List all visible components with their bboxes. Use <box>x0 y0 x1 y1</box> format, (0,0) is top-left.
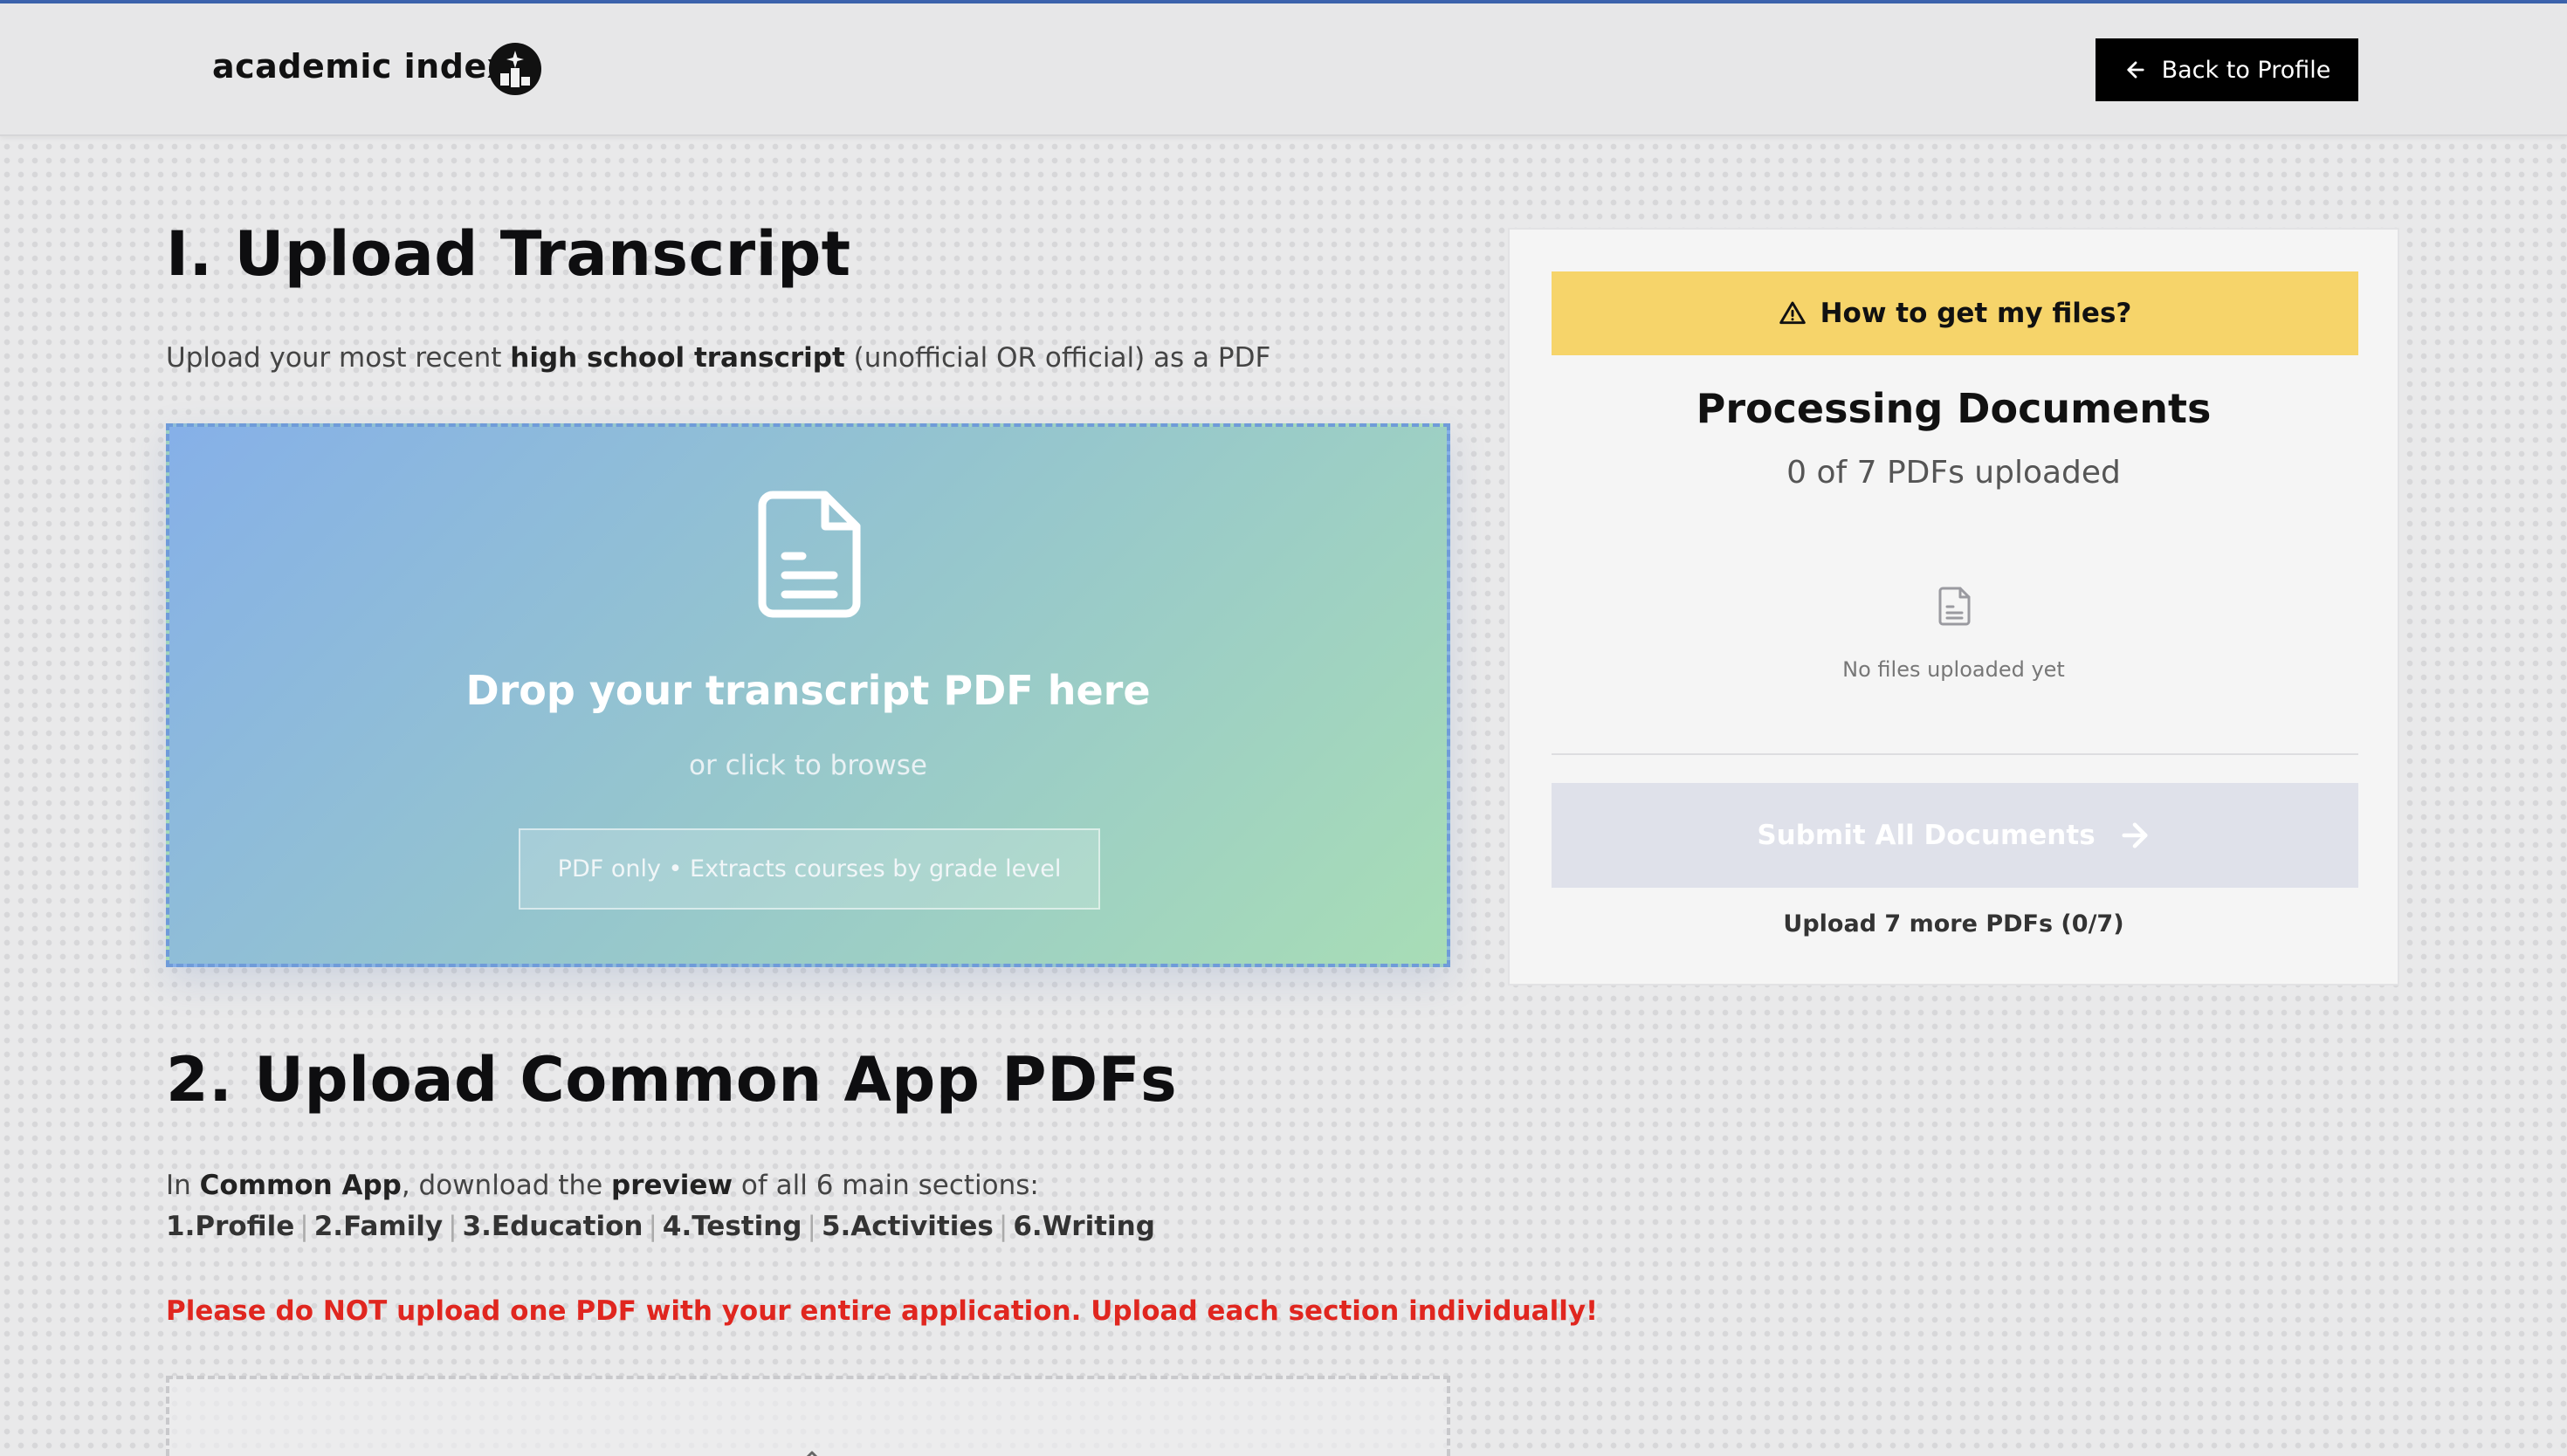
section-list: 1.Profile | 2.Family | 3.Education | 4.Testing… <box>166 1211 1155 1242</box>
file-icon <box>1938 587 1971 626</box>
logo-icon <box>489 43 541 95</box>
how-to-get-files-label: How to get my files? <box>1820 298 2132 329</box>
warning-text: Please do NOT upload one PDF with your e… <box>166 1295 1599 1327</box>
how-to-get-files-button[interactable]: How to get my files? <box>1552 271 2358 355</box>
section-item: 2.Family <box>313 1211 444 1242</box>
submit-all-documents-button[interactable]: Submit All Documents <box>1552 783 2358 888</box>
divider <box>1552 753 2358 755</box>
dropzone-subtitle: or click to browse <box>689 750 927 781</box>
dropzone-title: Drop your transcript PDF here <box>465 667 1151 714</box>
warning-triangle-icon <box>1779 301 1806 325</box>
section-2-description: In Common App, download the preview of a… <box>166 1170 1039 1201</box>
arrow-left-icon <box>2127 61 2144 79</box>
back-to-profile-button[interactable]: Back to Profile <box>2096 38 2358 101</box>
section-item: 3.Education <box>462 1211 643 1242</box>
desc-suffix: (unofficial OR official) as a PDF <box>844 342 1271 374</box>
separator: | <box>807 1211 816 1242</box>
processing-panel: How to get my files? Processing Document… <box>1508 228 2399 986</box>
upload-count: 0 of 7 PDFs uploaded <box>1786 455 2121 491</box>
section-1-title: I. Upload Transcript <box>166 218 851 290</box>
desc-end: of all 6 main sections: <box>733 1170 1039 1201</box>
section-item: 6.Writing <box>1013 1211 1155 1242</box>
separator: | <box>448 1211 458 1242</box>
desc-mid: , download the <box>401 1170 612 1201</box>
desc-common-app: Common App <box>199 1170 402 1201</box>
upload-more-text: Upload 7 more PDFs (0/7) <box>1783 910 2124 937</box>
common-app-dropzone[interactable] <box>166 1376 1450 1456</box>
separator: | <box>648 1211 657 1242</box>
separator: | <box>998 1211 1008 1242</box>
upload-arrow-icon <box>806 1451 818 1456</box>
document-icon <box>758 491 861 618</box>
transcript-dropzone[interactable]: Drop your transcript PDF here or click t… <box>166 423 1450 967</box>
arrow-right-icon <box>2122 822 2148 848</box>
desc-preview: preview <box>611 1170 733 1201</box>
back-to-profile-label: Back to Profile <box>2161 56 2331 84</box>
section-1-description: Upload your most recent high school tran… <box>166 342 1270 374</box>
logo-text: academic index <box>212 47 509 86</box>
section-item: 4.Testing <box>662 1211 802 1242</box>
section-item: 1.Profile <box>166 1211 295 1242</box>
processing-title: Processing Documents <box>1696 385 2212 432</box>
no-files-text: No files uploaded yet <box>1842 657 2065 682</box>
dropzone-badge: PDF only • Extracts courses by grade lev… <box>519 828 1100 910</box>
desc-prefix: Upload your most recent <box>166 342 511 374</box>
desc-bold: high school transcript <box>510 342 845 374</box>
header: academic index Back to Profile <box>0 3 2567 136</box>
separator: | <box>299 1211 309 1242</box>
desc-in: In <box>166 1170 200 1201</box>
section-2-title: 2. Upload Common App PDFs <box>166 1044 1178 1116</box>
submit-label: Submit All Documents <box>1757 820 2096 851</box>
section-item: 5.Activities <box>821 1211 994 1242</box>
